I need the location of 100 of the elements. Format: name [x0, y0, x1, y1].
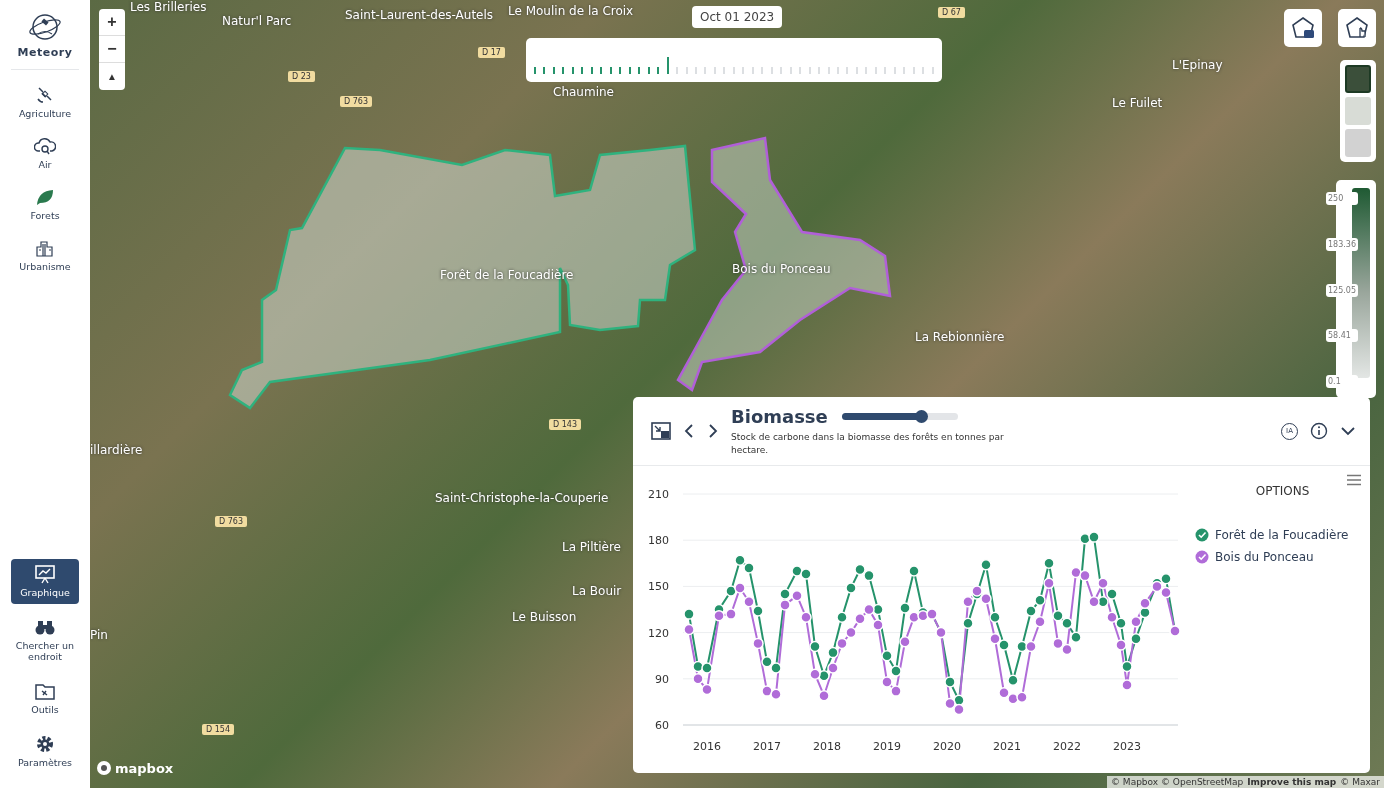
y-axis-label: 120	[648, 626, 669, 640]
panel-title: Biomasse	[731, 406, 828, 428]
data-point	[1052, 609, 1064, 622]
polygon-select-button[interactable]	[1338, 9, 1376, 47]
data-point	[1088, 531, 1100, 543]
data-point	[998, 686, 1010, 699]
data-point	[980, 592, 992, 605]
data-point	[827, 646, 839, 659]
data-point	[989, 611, 1001, 623]
app-logo-text: Meteory	[17, 46, 73, 59]
data-point	[818, 690, 830, 702]
data-point	[863, 603, 875, 616]
date-label: Oct 01 2023	[692, 6, 783, 28]
data-point	[845, 626, 857, 639]
data-point	[779, 588, 791, 600]
checked-circle-icon[interactable]	[1195, 550, 1209, 564]
presentation-chart-icon	[34, 563, 56, 584]
mapbox-mark-icon	[96, 760, 112, 776]
street-map-layer-thumbnail[interactable]	[1345, 97, 1371, 125]
sidebar-item[interactable]: Urbanisme	[11, 232, 79, 278]
sidebar-item[interactable]: Outils	[11, 676, 79, 722]
road-number-label: D 763	[340, 96, 372, 107]
chevron-left-icon[interactable]	[683, 423, 695, 439]
sidebar-item[interactable]: Air	[11, 130, 79, 176]
data-point	[734, 582, 746, 594]
place-label: L'Epinay	[1172, 58, 1223, 72]
data-point	[827, 662, 839, 674]
data-point	[725, 608, 737, 620]
data-point	[770, 688, 782, 700]
satellite-layer-thumbnail[interactable]	[1345, 65, 1371, 93]
options-label: OPTIONS	[1255, 484, 1310, 498]
data-point	[692, 673, 704, 685]
data-point	[1016, 691, 1028, 704]
menu-icon[interactable]	[1346, 474, 1362, 486]
x-axis-label: 2020	[933, 740, 961, 753]
data-point	[1130, 616, 1142, 628]
sidebar-item[interactable]: Agriculture	[11, 80, 79, 125]
data-point	[1115, 639, 1127, 651]
chevron-right-icon[interactable]	[707, 423, 719, 439]
data-point	[1160, 572, 1172, 585]
data-point	[998, 639, 1010, 651]
data-point	[872, 619, 884, 631]
data-point	[1088, 596, 1100, 608]
compass-button[interactable]: ▲	[99, 63, 125, 90]
cloud-search-icon	[34, 135, 56, 156]
data-point	[1070, 631, 1082, 643]
y-axis-label: 180	[648, 534, 669, 548]
checked-circle-icon[interactable]	[1195, 528, 1209, 542]
data-point	[752, 605, 764, 617]
data-point	[899, 602, 911, 614]
data-point	[692, 660, 704, 673]
y-axis-label: 60	[655, 719, 669, 732]
road-number-label: D 763	[215, 516, 247, 527]
data-point	[770, 662, 782, 674]
scale-value: 58.41	[1326, 329, 1358, 343]
data-point	[1139, 597, 1151, 610]
timeline-slider[interactable]	[526, 38, 942, 82]
road-number-label: D 23	[288, 71, 315, 82]
place-label: Le Moulin de la Croix	[508, 4, 634, 18]
sidebar-item[interactable]: Forets	[11, 181, 79, 227]
attribution-text: © Maxar	[1340, 777, 1380, 787]
x-axis-label: 2018	[813, 740, 841, 753]
place-label: Chaumine	[553, 85, 614, 99]
data-point	[1043, 577, 1055, 590]
minimize-window-icon[interactable]	[651, 422, 671, 440]
road-number-label: D 143	[549, 419, 581, 430]
data-point	[899, 636, 911, 648]
data-point	[1034, 616, 1046, 628]
sidebar-item[interactable]: Paramètres	[11, 729, 79, 774]
improve-map-link[interactable]: Improve this map	[1247, 777, 1337, 787]
zoom-out-button[interactable]: −	[99, 36, 125, 63]
data-point	[989, 633, 1001, 645]
data-point	[1097, 577, 1109, 590]
data-point	[908, 565, 920, 577]
place-label: Le Buisson	[512, 610, 577, 624]
road-number-label: D 154	[202, 724, 234, 735]
place-label: La Rebionnière	[915, 330, 1005, 344]
data-point	[944, 697, 956, 710]
data-point	[836, 637, 848, 650]
road-number-label: D 17	[478, 47, 505, 58]
sidebar-item[interactable]: Graphique	[11, 558, 79, 604]
data-point	[1025, 605, 1037, 617]
data-point	[779, 599, 791, 611]
pentagon-pointer-icon	[1344, 15, 1370, 41]
chevron-down-icon[interactable]	[1340, 425, 1356, 437]
data-point	[1106, 588, 1118, 600]
data-point	[1025, 640, 1037, 653]
opacity-slider[interactable]	[841, 413, 958, 421]
info-icon[interactable]	[1310, 422, 1328, 440]
data-point	[962, 596, 974, 608]
plain-map-layer-thumbnail[interactable]	[1345, 129, 1371, 157]
data-point	[761, 656, 773, 668]
data-point	[1106, 611, 1118, 623]
data-point	[1121, 679, 1133, 691]
sidebar-item[interactable]: Chercher un endroit	[11, 611, 79, 669]
polygon-layers-button[interactable]	[1284, 9, 1322, 47]
zoom-in-button[interactable]: +	[99, 9, 125, 36]
panel-description: Stock de carbone dans la biomasse des forêts en tonnes par hectare.	[731, 431, 1005, 456]
data-point	[890, 685, 902, 697]
data-point	[701, 662, 713, 674]
